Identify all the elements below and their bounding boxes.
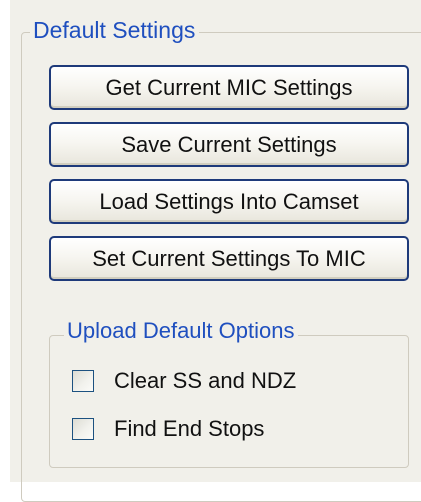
clear-ss-and-ndz-label: Clear SS and NDZ <box>114 368 297 393</box>
find-end-stops-checkbox[interactable] <box>72 418 94 440</box>
upload-default-options-groupbox <box>49 335 409 468</box>
clear-ss-and-ndz-option[interactable]: Clear SS and NDZ <box>70 364 296 398</box>
upload-default-options-title: Upload Default Options <box>64 318 299 344</box>
find-end-stops-option[interactable]: Find End Stops <box>70 412 264 446</box>
get-current-mic-settings-button[interactable]: Get Current MIC Settings <box>49 65 409 110</box>
save-current-settings-button[interactable]: Save Current Settings <box>49 122 409 167</box>
set-current-settings-to-mic-button[interactable]: Set Current Settings To MIC <box>49 236 409 281</box>
find-end-stops-label: Find End Stops <box>114 416 265 441</box>
load-settings-into-camset-button[interactable]: Load Settings Into Camset <box>49 179 409 224</box>
default-settings-title: Default Settings <box>30 17 200 43</box>
clear-ss-and-ndz-checkbox[interactable] <box>72 370 94 392</box>
